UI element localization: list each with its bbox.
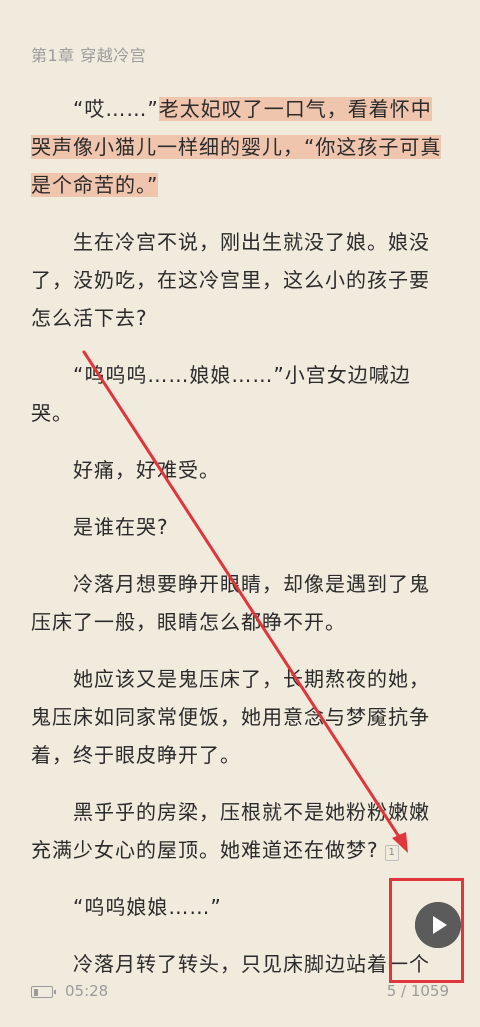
battery-icon bbox=[31, 986, 56, 998]
footnote-marker[interactable]: 1 bbox=[384, 845, 399, 861]
paragraph: 她应该又是鬼压床了，长期熬夜的她，鬼压床如同家常便饭，她用意念与梦魇抗争着，终于… bbox=[31, 667, 430, 767]
play-button[interactable] bbox=[415, 902, 461, 948]
reader-footer: 05:28 5 / 1059 bbox=[0, 980, 480, 1008]
clock-time: 05:28 bbox=[65, 982, 109, 1000]
paragraph: 冷落月想要睁开眼睛，却像是遇到了鬼压床了一般，眼睛怎么都睁不开。 bbox=[31, 572, 430, 634]
paragraph: 生在冷宫不说，刚出生就没了娘。娘没了，没奶吃，在这冷宫里，这么小的孩子要怎么活下… bbox=[31, 230, 430, 330]
paragraph: 冷落月转了转头，只见床脚边站着一个 bbox=[73, 952, 430, 976]
chapter-title: 第1章 穿越冷宫 bbox=[31, 46, 147, 65]
battery-level bbox=[33, 988, 39, 996]
paragraph: 是谁在哭? bbox=[73, 515, 169, 539]
paragraph: 黑乎乎的房梁，压根就不是她粉粉嫩嫩充满少女心的屋顶。她难道还在做梦? 1 bbox=[31, 793, 449, 869]
paragraph-opening: “哎……” bbox=[73, 97, 159, 121]
paragraph: “呜呜娘娘……” bbox=[73, 895, 222, 919]
reader-content: “哎……”老太妃叹了一口气，看着怀中哭声像小猫儿一样细的婴儿，“你这孩子可真是个… bbox=[31, 90, 449, 1002]
paragraph: 好痛，好难受。 bbox=[73, 458, 220, 482]
paragraph: “呜呜呜……娘娘……”小宫女边喊边哭。 bbox=[31, 363, 411, 425]
play-icon bbox=[415, 902, 461, 948]
paragraph: “哎……”老太妃叹了一口气，看着怀中哭声像小猫儿一样细的婴儿，“你这孩子可真是个… bbox=[31, 90, 449, 204]
paragraph-text: 黑乎乎的房梁，压根就不是她粉粉嫩嫩充满少女心的屋顶。她难道还在做梦? bbox=[31, 800, 430, 862]
page-indicator: 5 / 1059 bbox=[386, 982, 449, 1000]
